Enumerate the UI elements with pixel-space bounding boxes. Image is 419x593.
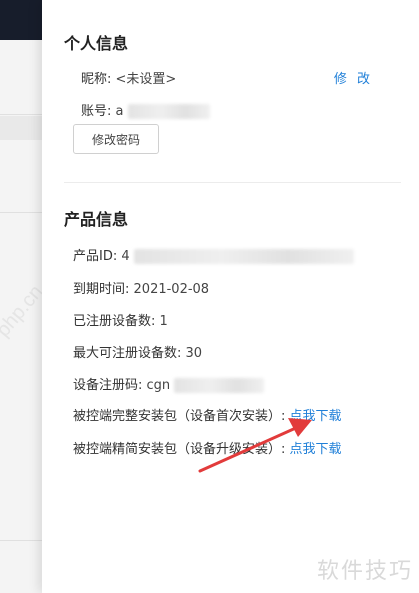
bg-row-highlight [0,116,42,140]
bg-divider [0,540,42,541]
app-topbar [0,0,42,40]
account-label: 账号: [81,104,112,119]
edit-nickname-link[interactable]: 修 改 [334,68,373,87]
registered-devices-value: 1 [159,314,168,329]
product-info-title: 产品信息 [64,210,129,229]
lite-package-row: 被控端精简安装包（设备升级安装）: 点我下载 [73,438,342,457]
registered-devices-row: 已注册设备数: 1 [73,310,168,329]
product-id-redacted [133,249,354,264]
registration-code-value: cgn [146,378,171,393]
expire-label: 到期时间: [73,282,130,297]
account-redacted [127,104,210,119]
nickname-value: <未设置> [115,72,177,87]
account-value: a [115,104,124,119]
registration-code-row: 设备注册码: cgn [73,374,265,393]
nickname-label: 昵称: [81,72,112,87]
lite-package-download-link[interactable]: 点我下载 [290,442,342,457]
registered-devices-label: 已注册设备数: [73,314,156,329]
registration-code-label: 设备注册码: [73,378,143,393]
section-divider [64,182,401,183]
full-package-label: 被控端完整安装包（设备首次安装）: [73,409,286,424]
product-id-label: 产品ID: [73,249,118,264]
full-package-download-link[interactable]: 点我下载 [290,409,342,424]
lite-package-label: 被控端精简安装包（设备升级安装）: [73,442,286,457]
change-password-button[interactable]: 修改密码 [73,124,159,154]
registration-code-redacted [174,378,265,393]
bg-divider [0,114,42,115]
watermark-bottom-right: 软件技巧 [316,559,413,584]
personal-info-title: 个人信息 [64,34,129,53]
max-devices-value: 30 [185,346,203,361]
product-id-row: 产品ID: 4 [73,245,354,264]
account-row: 账号: a [81,100,210,119]
watermark-left: php.cn [0,281,48,342]
expire-value: 2021-02-08 [133,282,210,297]
max-devices-label: 最大可注册设备数: [73,346,182,361]
expire-row: 到期时间: 2021-02-08 [73,278,209,297]
nickname-row: 昵称: <未设置> [81,68,176,87]
product-id-value: 4 [121,249,130,264]
max-devices-row: 最大可注册设备数: 30 [73,342,202,361]
account-info-drawer: 个人信息 昵称: <未设置> 修 改 账号: a 修改密码 产品信息 产品ID:… [42,0,419,593]
bg-divider [0,212,42,213]
full-package-row: 被控端完整安装包（设备首次安装）: 点我下载 [73,405,342,424]
